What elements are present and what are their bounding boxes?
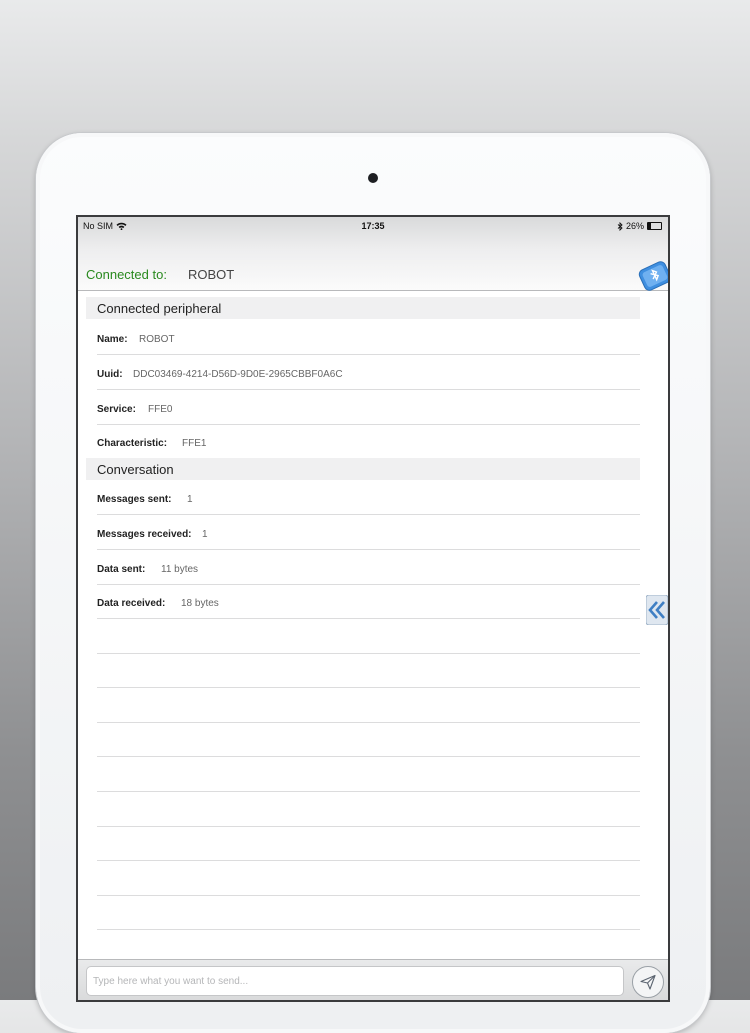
paper-plane-icon <box>640 974 656 990</box>
row-value: 1 <box>187 494 193 505</box>
empty-row-divider <box>97 722 640 723</box>
empty-row-divider <box>97 929 640 930</box>
row-value: FFE0 <box>148 404 173 415</box>
row-value: DDC03469-4214-D56D-9D0E-2965CBBF0A6C <box>133 369 343 380</box>
double-chevron-left-icon[interactable] <box>646 595 668 625</box>
row-key: Messages sent: <box>97 494 172 505</box>
row-key: Data sent: <box>97 564 146 575</box>
message-composer <box>78 959 668 1000</box>
battery-icon <box>647 222 662 230</box>
send-button[interactable] <box>632 966 664 998</box>
row-value: 11 bytes <box>161 564 199 575</box>
row-value: 18 bytes <box>181 598 219 609</box>
row-value: 1 <box>202 529 208 540</box>
row-key: Characteristic: <box>97 438 168 449</box>
row-key: Uuid: <box>97 369 123 380</box>
app-screen: No SIM 17:35 26% Connected to: ROBOT Con… <box>78 217 668 1000</box>
section-header-conversation: Conversation <box>86 458 640 480</box>
row-key: Name: <box>97 334 128 345</box>
row-key: Messages received: <box>97 529 192 540</box>
empty-row-divider <box>97 687 640 688</box>
empty-row-divider <box>97 860 640 861</box>
row-key: Service: <box>97 404 136 415</box>
empty-row-divider <box>97 653 640 654</box>
row-value: ROBOT <box>139 334 175 345</box>
empty-row-divider <box>97 826 640 827</box>
front-camera <box>368 173 378 183</box>
empty-row-divider <box>97 756 640 757</box>
connected-to-label: Connected to: <box>86 267 167 282</box>
peripheral-name-row: Name: ROBOT <box>97 320 640 355</box>
empty-row-divider <box>97 791 640 792</box>
bluetooth-icon <box>617 221 623 231</box>
message-input[interactable] <box>86 966 624 996</box>
data-sent-row: Data sent: 11 bytes <box>97 550 640 585</box>
messages-sent-row: Messages sent: 1 <box>97 480 640 515</box>
status-bar: No SIM 17:35 26% <box>78 217 668 235</box>
messages-received-row: Messages received: 1 <box>97 515 640 550</box>
peripheral-characteristic-row: Characteristic: FFE1 <box>97 424 640 458</box>
section-header-peripheral: Connected peripheral <box>86 297 640 319</box>
battery-percent: 26% <box>625 221 644 231</box>
data-received-row: Data received: 18 bytes <box>97 584 640 619</box>
row-key: Data received: <box>97 598 166 609</box>
connected-device-name: ROBOT <box>188 267 235 282</box>
row-value: FFE1 <box>182 438 207 449</box>
peripheral-service-row: Service: FFE0 <box>97 390 640 425</box>
section-title: Conversation <box>97 462 174 477</box>
peripheral-uuid-row: Uuid: DDC03469-4214-D56D-9D0E-2965CBBF0A… <box>97 355 640 390</box>
section-title: Connected peripheral <box>97 301 222 316</box>
empty-row-divider <box>97 895 640 896</box>
clock: 17:35 <box>361 221 385 231</box>
navigation-bar: No SIM 17:35 26% Connected to: ROBOT <box>78 217 668 291</box>
